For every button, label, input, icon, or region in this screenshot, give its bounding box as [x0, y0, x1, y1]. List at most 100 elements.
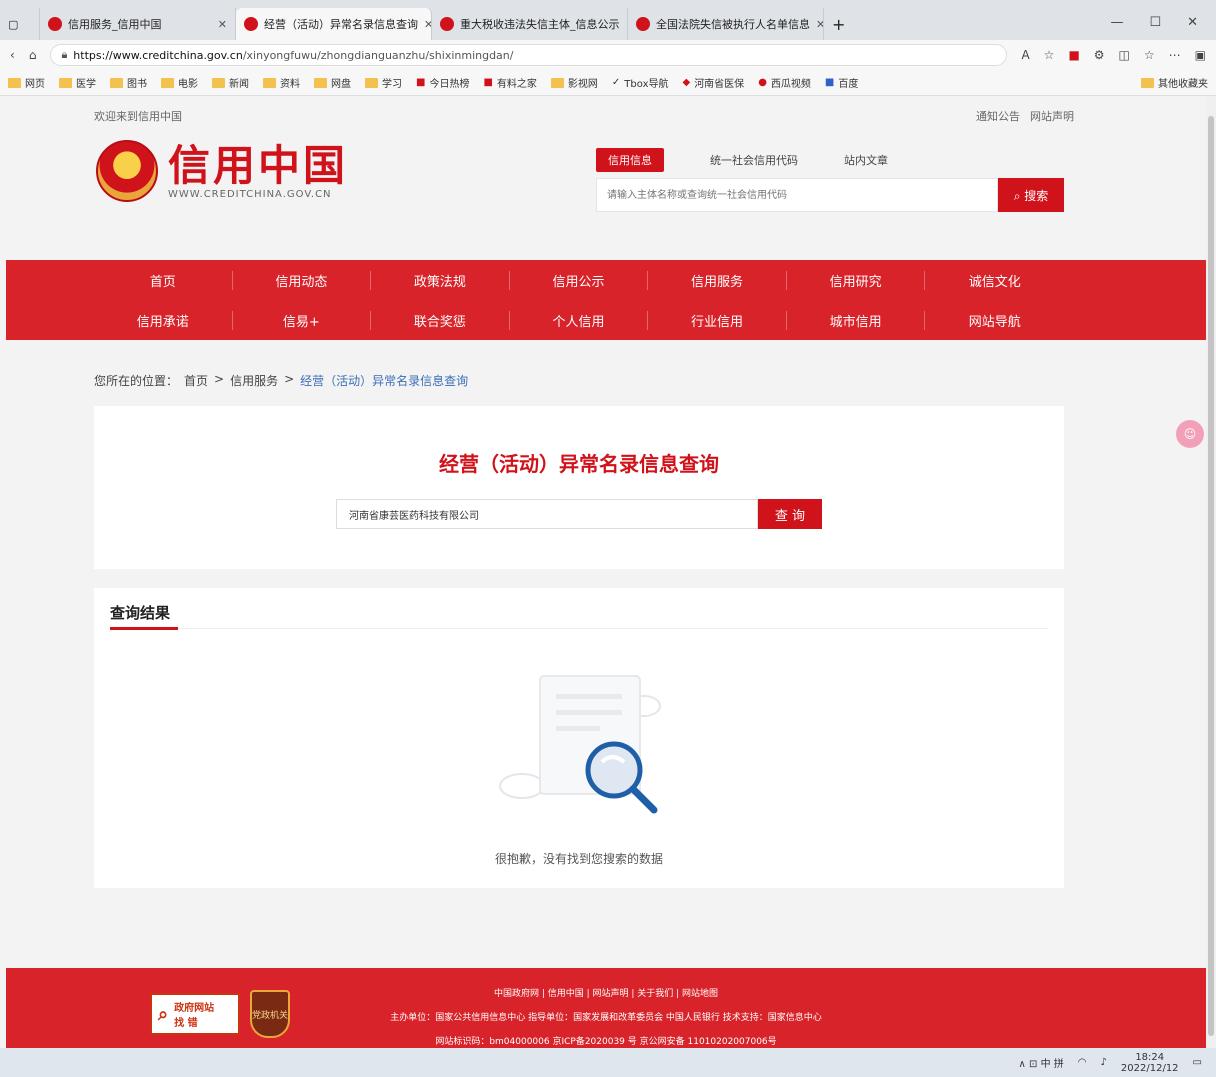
site-footer: ⌕ 政府网站 找 错 党政机关 中国政府网 | 信用中国 | 网站声明 | 关于…: [6, 968, 1206, 1048]
bookmark-favicon-icon: ✓: [611, 77, 621, 88]
query-button[interactable]: 查 询: [758, 499, 822, 529]
bookmark-item[interactable]: ✓ Tbox导航: [612, 75, 669, 90]
nav-item-personal-credit[interactable]: 个人信用: [510, 310, 649, 330]
folder-icon: [263, 77, 276, 88]
bookmark-item[interactable]: ● 西瓜视频: [758, 75, 811, 90]
nav-item-site-navigation[interactable]: 网站导航: [925, 311, 1064, 330]
bookmark-label: 西瓜视频: [770, 79, 811, 90]
bookmark-item[interactable]: ◆ 河南省医保: [682, 75, 744, 90]
nav-item-home[interactable]: 首页: [94, 270, 233, 290]
close-window-button[interactable]: ✕: [1187, 15, 1198, 30]
address-bar-row: ‹ ⌂ 🔒︎ https://www.creditchina.gov.cn /x…: [0, 40, 1216, 70]
wifi-icon[interactable]: ◠: [1078, 1057, 1087, 1068]
bookmark-item[interactable]: 图书: [110, 75, 147, 90]
scrollbar-thumb[interactable]: [1208, 116, 1214, 1036]
bookmark-item[interactable]: 医学: [59, 75, 96, 90]
tab-credit-code[interactable]: 统一社会信用代码: [710, 152, 798, 168]
site-search-input[interactable]: [596, 178, 998, 212]
search-type-tabs: 信用信息 统一社会信用代码 站内文章: [596, 148, 888, 172]
browser-tab-3[interactable]: 重大税收违法失信主体_信息公示 ✕: [432, 8, 628, 40]
bookmark-item[interactable]: ■ 百度: [825, 75, 858, 90]
nav-item-industry-credit[interactable]: 行业信用: [648, 310, 787, 330]
folder-icon: [314, 77, 327, 88]
empty-result-message: 很抱歉，没有找到您搜索的数据: [494, 852, 663, 866]
site-top-strip: 欢迎来到信用中国 通知公告 网站声明: [94, 108, 1074, 124]
site-logo[interactable]: 信用中国 WWW.CREDITCHINA.GOV.CN: [96, 140, 348, 202]
bookmark-favicon-icon: ●: [758, 77, 767, 88]
statement-link[interactable]: 网站声明: [1030, 108, 1074, 124]
maximize-button[interactable]: ☐: [1149, 15, 1161, 30]
bookmark-label: 学习: [382, 79, 402, 90]
browser-tab-4[interactable]: 全国法院失信被执行人名单信息 ✕: [628, 8, 824, 40]
site-favicon-icon: [636, 17, 650, 31]
nav-item-integrity-culture[interactable]: 诚信文化: [925, 271, 1064, 290]
footer-links[interactable]: 中国政府网 | 信用中国 | 网站声明 | 关于我们 | 网站地图: [6, 986, 1206, 999]
results-heading-underline: [110, 627, 178, 630]
bookmark-item[interactable]: 电影: [161, 75, 198, 90]
home-icon[interactable]: ⌂: [29, 48, 37, 62]
nav-item-policies[interactable]: 政策法规: [371, 270, 510, 290]
other-bookmarks-folder[interactable]: 其他收藏夹: [1141, 75, 1208, 90]
bookmark-item[interactable]: 网页: [8, 75, 45, 90]
tab-label: 全国法院失信被执行人名单信息: [656, 18, 810, 31]
browser-tab-2[interactable]: 经营（活动）异常名录信息查询 ✕: [236, 8, 432, 40]
tab-actions-button[interactable]: ▢: [0, 8, 40, 40]
footer-icp: 网站标识码：bm04000006 京ICP备2020039 号 京公网安备 11…: [435, 1037, 777, 1047]
split-screen-icon[interactable]: ◫: [1119, 48, 1130, 62]
nav-item-xinyi-plus[interactable]: 信易+: [233, 310, 372, 330]
tab-close-icon[interactable]: ✕: [218, 18, 227, 31]
bookmark-label: 其他收藏夹: [1158, 79, 1208, 90]
taskbar-clock[interactable]: 18:24 2022/12/12: [1121, 1052, 1179, 1074]
floating-assistant-icon[interactable]: ☺: [1176, 420, 1204, 448]
nav-item-credit-publicity[interactable]: 信用公示: [510, 270, 649, 290]
clock-time: 18:24: [1135, 1051, 1165, 1063]
back-icon[interactable]: ‹: [10, 48, 15, 62]
bookmark-item[interactable]: ■ 今日热榜: [416, 75, 469, 90]
minimize-button[interactable]: —: [1110, 15, 1123, 30]
bookmark-label: 有料之家: [496, 79, 537, 90]
nav-item-credit-news[interactable]: 信用动态: [233, 270, 372, 290]
site-favicon-icon: [244, 17, 258, 31]
tab-credit-info[interactable]: 信用信息: [596, 148, 664, 172]
tab-site-articles[interactable]: 站内文章: [844, 152, 888, 168]
bookmark-item[interactable]: 新闻: [212, 75, 249, 90]
bookmark-item[interactable]: 影视网: [550, 75, 598, 90]
volume-icon[interactable]: ♪: [1101, 1057, 1107, 1068]
bookmark-item[interactable]: 网盘: [314, 75, 351, 90]
welcome-text: 欢迎来到信用中国: [94, 110, 182, 123]
read-aloud-icon[interactable]: A: [1021, 48, 1029, 62]
system-tray-icons[interactable]: ∧ ⊡ 中 拼: [1019, 1055, 1064, 1070]
footer-sponsor: 主办单位：国家公共信用信息中心 指导单位：国家发展和改革委员会 中国人民银行 技…: [390, 1013, 822, 1023]
site-favicon-icon: [48, 17, 62, 31]
url-field[interactable]: 🔒︎ https://www.creditchina.gov.cn /xinyo…: [50, 44, 1008, 66]
nav-item-credit-research[interactable]: 信用研究: [787, 270, 926, 290]
nav-item-credit-services[interactable]: 信用服务: [648, 270, 787, 290]
more-menu-icon[interactable]: ⋯: [1169, 48, 1181, 62]
new-tab-button[interactable]: +: [824, 8, 853, 40]
notification-icon[interactable]: ▭: [1193, 1057, 1202, 1068]
nav-item-city-credit[interactable]: 城市信用: [787, 310, 926, 330]
extension-icon[interactable]: ■: [1068, 48, 1079, 62]
notice-link[interactable]: 通知公告: [976, 108, 1020, 124]
page-scrollbar[interactable]: [1206, 96, 1216, 1048]
bookmark-item[interactable]: ■ 有料之家: [483, 75, 536, 90]
folder-icon: [212, 77, 225, 88]
breadcrumb-section[interactable]: 信用服务: [230, 372, 278, 389]
breadcrumb-home[interactable]: 首页: [184, 372, 208, 389]
breadcrumb-prefix: 您所在的位置：: [94, 374, 179, 388]
bookmark-item[interactable]: 资料: [263, 75, 300, 90]
tab-label: 重大税收违法失信主体_信息公示: [460, 18, 620, 31]
bookmark-item[interactable]: 学习: [365, 75, 402, 90]
tab-close-icon[interactable]: ✕: [816, 18, 823, 31]
nav-item-joint-rewards[interactable]: 联合奖惩: [371, 310, 510, 330]
tab-close-icon[interactable]: ✕: [424, 18, 431, 31]
company-name-input[interactable]: [336, 499, 758, 529]
settings-gear-icon[interactable]: ⚙: [1094, 48, 1105, 62]
favorite-star-icon[interactable]: ☆: [1044, 48, 1055, 62]
sidebar-toggle-icon[interactable]: ▣: [1195, 48, 1206, 62]
browser-tab-1[interactable]: 信用服务_信用中国 ✕: [40, 8, 236, 40]
bookmark-favicon-icon: ◆: [682, 77, 691, 88]
collections-icon[interactable]: ☆: [1144, 48, 1155, 62]
site-search-button[interactable]: ⌕ 搜索: [998, 178, 1064, 212]
nav-item-credit-commitment[interactable]: 信用承诺: [94, 310, 233, 330]
